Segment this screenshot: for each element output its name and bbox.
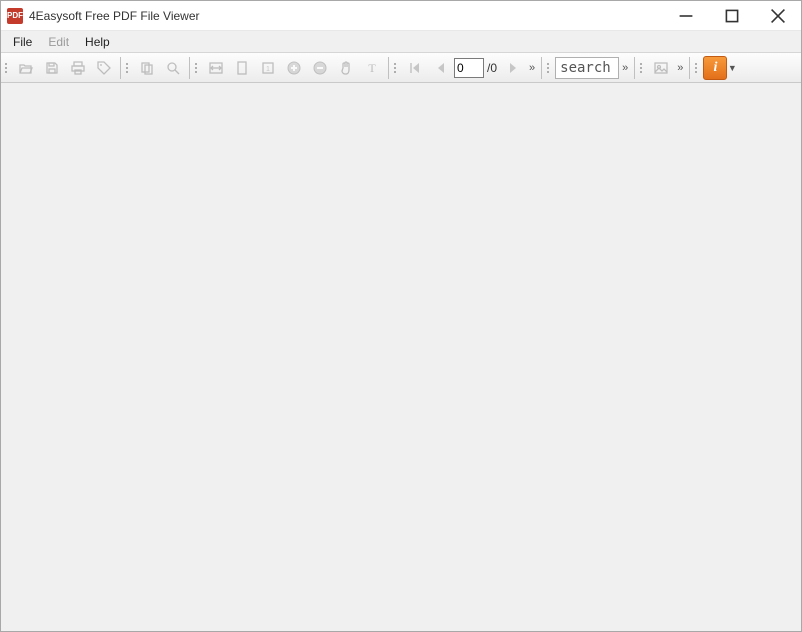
svg-text:1: 1 — [266, 66, 270, 73]
app-window: PDF 4Easysoft Free PDF File Viewer File … — [0, 0, 802, 632]
toolbar-grip[interactable] — [640, 57, 646, 79]
toolbar-separator — [120, 57, 121, 79]
menu-edit[interactable]: Edit — [40, 33, 77, 51]
maximize-icon — [724, 8, 740, 24]
page-total-label: /0 — [487, 61, 497, 75]
prev-page-icon — [433, 60, 449, 76]
actual-size-button[interactable]: 1 — [256, 56, 280, 80]
toolbar-separator — [541, 57, 542, 79]
print-icon — [70, 60, 86, 76]
toolbar-grip[interactable] — [126, 57, 132, 79]
page-number-input[interactable] — [454, 58, 484, 78]
snapshot-button[interactable] — [649, 56, 673, 80]
menu-file[interactable]: File — [5, 33, 40, 51]
zoom-out-icon — [312, 60, 328, 76]
toolbar-separator — [634, 57, 635, 79]
first-page-button[interactable] — [403, 56, 427, 80]
zoom-in-icon — [286, 60, 302, 76]
snapshot-overflow[interactable]: » — [674, 56, 686, 80]
next-page-icon — [505, 60, 521, 76]
svg-text:T: T — [368, 61, 376, 75]
window-controls — [663, 1, 801, 30]
fit-width-button[interactable] — [204, 56, 228, 80]
search-overflow[interactable]: » — [619, 56, 631, 80]
toolbar-separator — [189, 57, 190, 79]
prev-page-button[interactable] — [429, 56, 453, 80]
toolbar-grip[interactable] — [394, 57, 400, 79]
save-button[interactable] — [40, 56, 64, 80]
search-input[interactable]: search — [555, 57, 619, 79]
folder-open-icon — [18, 60, 34, 76]
app-icon: PDF — [7, 8, 23, 24]
fit-page-icon — [234, 60, 250, 76]
find-button[interactable] — [161, 56, 185, 80]
first-page-icon — [407, 60, 423, 76]
about-dropdown[interactable]: ▼ — [727, 63, 737, 73]
minimize-button[interactable] — [663, 1, 709, 30]
page-nav-overflow[interactable]: » — [526, 56, 538, 80]
toolbar-grip[interactable] — [5, 57, 11, 79]
titlebar: PDF 4Easysoft Free PDF File Viewer — [1, 1, 801, 31]
close-button[interactable] — [755, 1, 801, 30]
text-select-button[interactable]: T — [360, 56, 384, 80]
toolbar-grip[interactable] — [695, 57, 701, 79]
about-button[interactable]: i — [703, 56, 727, 80]
copy-icon — [139, 60, 155, 76]
properties-button[interactable] — [92, 56, 116, 80]
toolbar: 1 T /0 » search » — [1, 53, 801, 83]
menu-help[interactable]: Help — [77, 33, 118, 51]
menubar: File Edit Help — [1, 31, 801, 53]
search-icon — [165, 60, 181, 76]
open-button[interactable] — [14, 56, 38, 80]
print-button[interactable] — [66, 56, 90, 80]
zoom-in-button[interactable] — [282, 56, 306, 80]
text-icon: T — [364, 60, 380, 76]
hand-tool-button[interactable] — [334, 56, 358, 80]
toolbar-grip[interactable] — [195, 57, 201, 79]
save-icon — [44, 60, 60, 76]
fit-page-button[interactable] — [230, 56, 254, 80]
next-page-button[interactable] — [501, 56, 525, 80]
image-icon — [653, 60, 669, 76]
hand-icon — [338, 60, 354, 76]
actual-size-icon: 1 — [260, 60, 276, 76]
close-icon — [770, 8, 786, 24]
toolbar-separator — [689, 57, 690, 79]
window-title: 4Easysoft Free PDF File Viewer — [29, 9, 663, 23]
fit-width-icon — [208, 60, 224, 76]
copy-button[interactable] — [135, 56, 159, 80]
tag-icon — [96, 60, 112, 76]
minimize-icon — [678, 8, 694, 24]
toolbar-separator — [388, 57, 389, 79]
toolbar-grip[interactable] — [547, 57, 553, 79]
document-area — [1, 83, 801, 631]
zoom-out-button[interactable] — [308, 56, 332, 80]
maximize-button[interactable] — [709, 1, 755, 30]
